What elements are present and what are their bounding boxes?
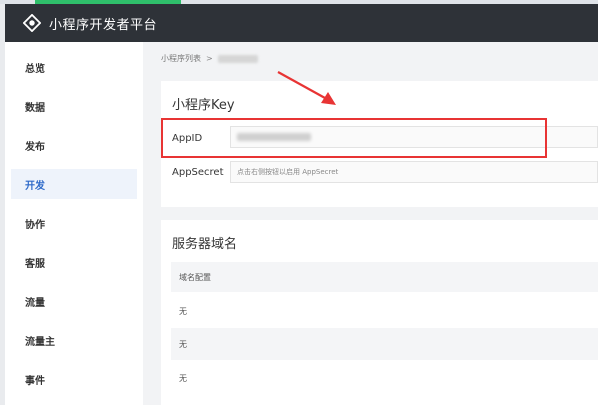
sidebar-item-label: 总览 xyxy=(25,63,45,75)
sidebar-item-publish[interactable]: 发布 xyxy=(11,130,137,160)
app-key-title: 小程序Key xyxy=(172,98,235,113)
sidebar-item-label: 流量 xyxy=(25,297,45,309)
breadcrumb-redacted-name xyxy=(217,54,258,63)
sidebar-item-label: 协作 xyxy=(25,219,45,231)
sidebar-item-traffic[interactable]: 流量 xyxy=(11,286,137,316)
sidebar-item-customer-service[interactable]: 客服 xyxy=(11,247,137,277)
sidebar-item-label: 开发 xyxy=(25,180,45,192)
sidebar-item-develop[interactable]: 开发 xyxy=(11,169,137,199)
server-domain-title: 服务器域名 xyxy=(172,237,238,252)
sidebar-item-label: 客服 xyxy=(25,258,45,270)
sidebar-item-events[interactable]: 事件 xyxy=(11,364,137,394)
top-header: 小程序开发者平台 xyxy=(5,4,598,42)
breadcrumb-separator: > xyxy=(206,54,213,63)
sidebar: 总览 数据 发布 开发 协作 客服 流量 流量主 事件 xyxy=(5,42,144,405)
sidebar-item-label: 发布 xyxy=(25,141,45,153)
sidebar-item-overview[interactable]: 总览 xyxy=(11,52,137,82)
sidebar-item-traffic-host[interactable]: 流量主 xyxy=(11,325,137,355)
domain-table-header: 域名配置 xyxy=(171,262,598,292)
sidebar-item-label: 流量主 xyxy=(25,336,55,348)
appsecret-field: 点击右侧按钮以启用 AppSecret xyxy=(230,161,598,183)
brand-name: 小程序开发者平台 xyxy=(49,17,158,33)
sidebar-item-collaboration[interactable]: 协作 xyxy=(11,208,137,238)
breadcrumb-root-link[interactable]: 小程序列表 xyxy=(161,53,201,64)
annotation-highlight-box xyxy=(161,118,547,158)
appsecret-label: AppSecret xyxy=(172,167,224,178)
table-row: 无 xyxy=(179,306,187,316)
table-row: 无 xyxy=(179,373,187,383)
sidebar-item-label: 数据 xyxy=(25,102,45,114)
table-row: 无 xyxy=(171,328,598,360)
sidebar-item-data[interactable]: 数据 xyxy=(11,91,137,121)
brand-logo-icon xyxy=(23,14,41,32)
sidebar-item-label: 事件 xyxy=(25,375,45,387)
breadcrumb: 小程序列表 > xyxy=(161,53,258,64)
